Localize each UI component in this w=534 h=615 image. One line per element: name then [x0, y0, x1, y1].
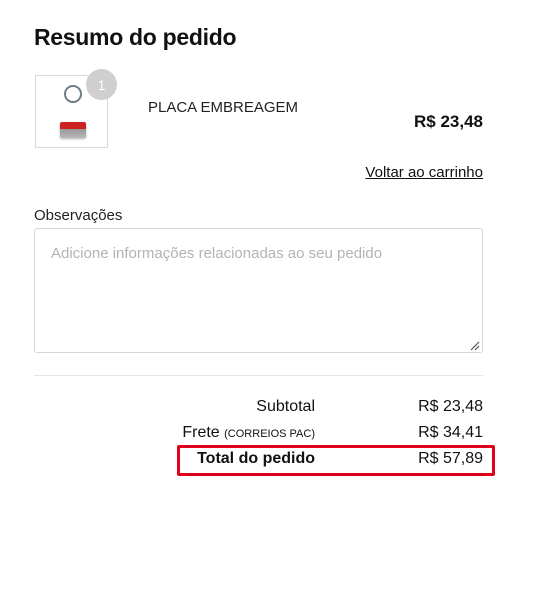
shipping-label: Frete (CORREIOS PAC)	[182, 424, 315, 442]
subtotal-value: R$ 23,48	[418, 398, 483, 415]
back-to-cart-link[interactable]: Voltar ao carrinho	[365, 164, 483, 181]
product-name: PLACA EMBREAGEM	[148, 99, 299, 116]
product-box-shape	[60, 122, 86, 138]
product-ring-shape	[64, 85, 82, 103]
shipping-value: R$ 34,41	[418, 424, 483, 441]
shipping-label-text: Frete	[182, 424, 220, 441]
resize-grip-icon[interactable]	[470, 341, 480, 351]
quantity-badge: 1	[86, 69, 117, 100]
shipping-method: (CORREIOS PAC)	[224, 428, 315, 440]
notes-label: Observações	[34, 207, 123, 224]
product-price: R$ 23,48	[414, 112, 483, 131]
total-label: Total do pedido	[197, 450, 315, 467]
total-value: R$ 57,89	[418, 450, 483, 467]
divider	[34, 375, 483, 376]
subtotal-label: Subtotal	[256, 398, 315, 415]
notes-textarea[interactable]	[34, 228, 483, 353]
page-title: Resumo do pedido	[34, 24, 237, 50]
